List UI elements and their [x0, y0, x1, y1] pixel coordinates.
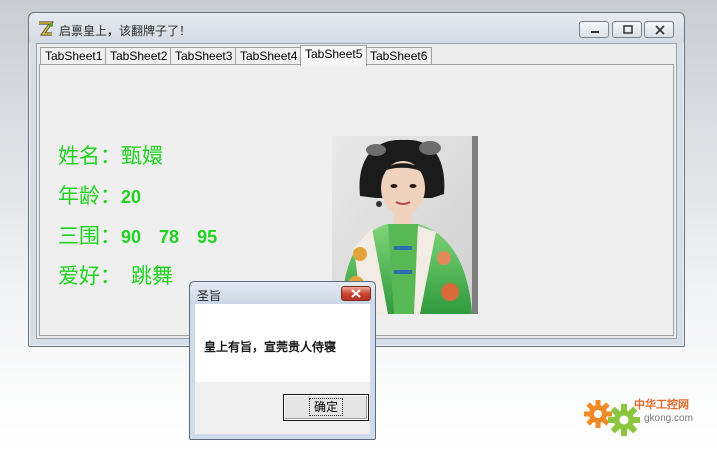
measurements-label: 三围： — [58, 224, 121, 248]
tab-sheet-5[interactable]: TabSheet5 — [300, 45, 368, 66]
tab-sheet-2[interactable]: TabSheet2 — [105, 47, 173, 65]
name-value: 甄嬛 — [121, 144, 163, 168]
watermark-url: gkong.com — [644, 413, 693, 424]
dialog-footer: 确定 — [195, 382, 370, 434]
close-icon — [655, 25, 665, 35]
tab-sheet-1[interactable]: TabSheet1 — [40, 47, 108, 65]
dialog-body: 皇上有旨，宣莞贵人侍寝 — [195, 304, 370, 382]
waist-value: 78 — [159, 227, 180, 247]
measurements-row: 三围：90 78 95 — [58, 220, 217, 250]
ok-button[interactable]: 确定 — [283, 394, 369, 421]
dialog-title-bar[interactable]: 圣旨 — [190, 282, 375, 304]
dialog-title: 圣旨 — [197, 289, 222, 303]
watermark: 中华工控网 gkong.com — [582, 390, 712, 440]
hip-value: 95 — [197, 227, 218, 247]
minimize-button[interactable] — [579, 21, 609, 38]
age-value: 20 — [121, 187, 142, 207]
tab-sheet-4[interactable]: TabSheet4 — [235, 47, 303, 65]
maximize-button[interactable] — [612, 21, 642, 38]
close-button[interactable] — [644, 21, 674, 38]
hobby-value: 跳舞 — [131, 264, 173, 288]
dialog-close-button[interactable] — [341, 286, 371, 301]
tab-sheet-3[interactable]: TabSheet3 — [170, 47, 238, 65]
maximize-icon — [623, 25, 633, 34]
window-title: 启禀皇上，该翻牌子了！ — [59, 24, 192, 38]
tab-sheet-6[interactable]: TabSheet6 — [365, 47, 433, 65]
hobby-label: 爱好： — [58, 264, 121, 288]
app-icon — [37, 21, 55, 37]
title-bar[interactable]: 启禀皇上，该翻牌子了！ — [29, 13, 684, 43]
bust-value: 90 — [121, 227, 142, 247]
hobby-row: 爱好： 跳舞 — [58, 260, 173, 290]
edict-dialog: 圣旨 皇上有旨，宣莞贵人侍寝 确定 — [189, 281, 376, 440]
name-label: 姓名： — [58, 144, 121, 168]
watermark-text: 中华工控网 — [634, 398, 689, 411]
age-label: 年龄： — [58, 184, 121, 208]
dialog-message: 皇上有旨，宣莞贵人侍寝 — [204, 340, 337, 354]
ok-button-label: 确定 — [308, 398, 343, 416]
age-row: 年龄：20 — [58, 180, 141, 210]
name-row: 姓名：甄嬛 — [58, 140, 163, 170]
minimize-icon — [591, 31, 599, 33]
close-icon — [351, 289, 361, 298]
gear-icon — [584, 400, 640, 436]
